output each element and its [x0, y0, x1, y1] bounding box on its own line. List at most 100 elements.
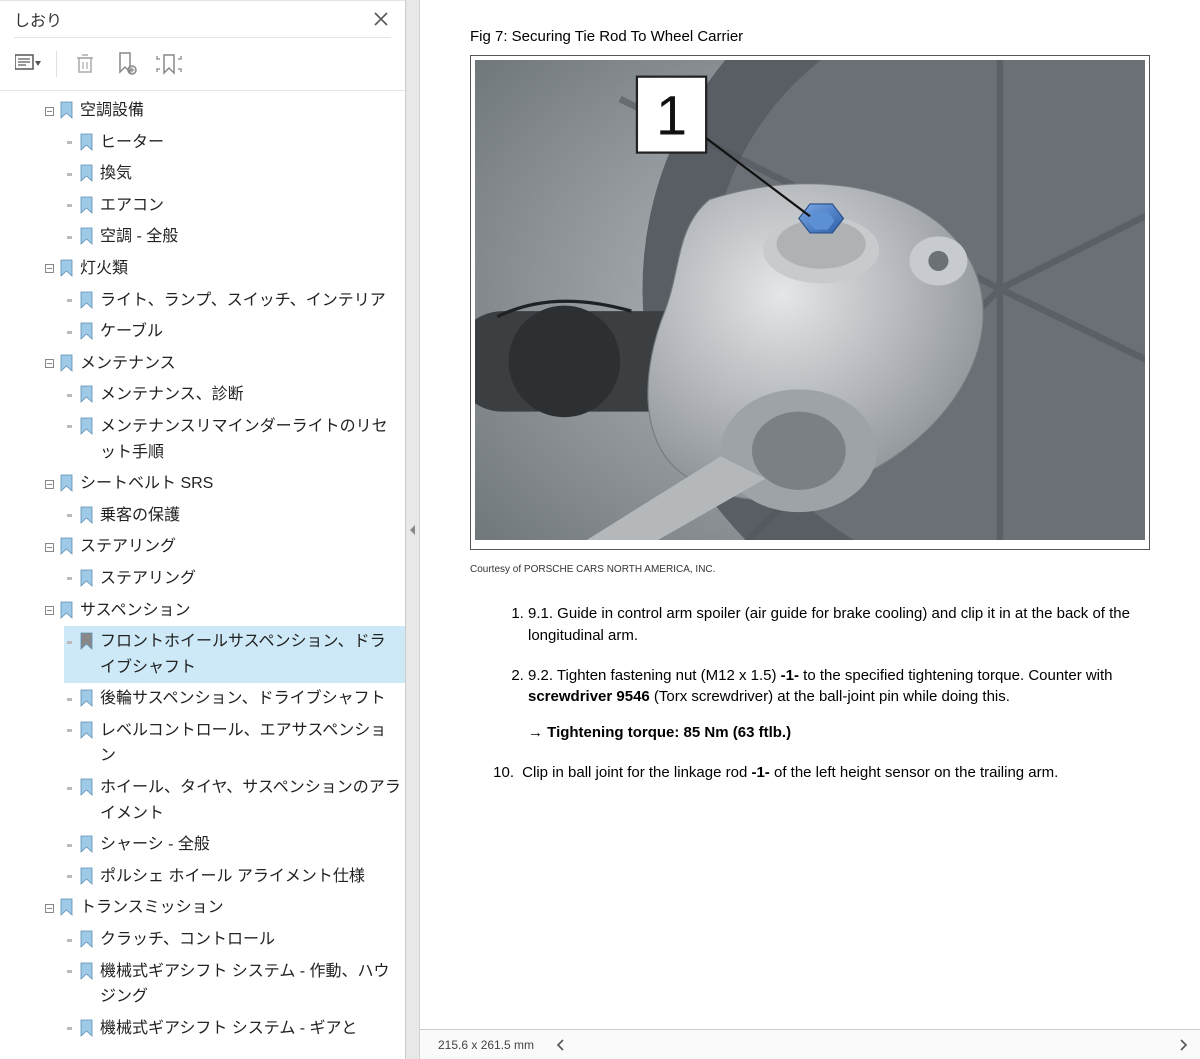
bookmark-item[interactable]: シャーシ - 全般: [64, 829, 405, 861]
delete-bookmark-button[interactable]: [71, 50, 99, 78]
bookmark-group[interactable]: トランスミッション: [44, 892, 405, 924]
bookmark-icon: [58, 898, 76, 916]
bookmark-item[interactable]: メンテナンス、診断: [64, 379, 405, 411]
bookmark-item[interactable]: エアコン: [64, 190, 405, 222]
bookmarks-sidebar: しおり 空調設備ヒーター換気エアコン空調 - 全般灯火類ライト、ランプ、スイッチ…: [0, 0, 406, 1059]
step-10-ref: -1-: [751, 764, 769, 781]
bookmark-label: クラッチ、コントロール: [100, 927, 401, 953]
bookmark-icon: [58, 259, 76, 277]
toolbar-separator: [56, 51, 57, 77]
bookmark-icon: [78, 721, 96, 739]
sidebar-header: しおり: [0, 0, 405, 37]
bookmark-group[interactable]: 空調設備: [44, 95, 405, 127]
bookmark-icon: [58, 601, 76, 619]
splitter-grip-icon: [409, 518, 417, 542]
bookmark-icon: [78, 962, 96, 980]
tree-bullet: [64, 722, 74, 740]
collapse-toggle[interactable]: [44, 899, 54, 917]
bookmark-group[interactable]: サスペンション: [44, 595, 405, 627]
bookmark-item[interactable]: ヒーター: [64, 127, 405, 159]
step-9-2-c: to the specified tightening torque. Coun…: [799, 667, 1113, 684]
step-10-num: 10.: [480, 762, 514, 784]
step-10: 10. Clip in ball joint for the linkage r…: [480, 762, 1150, 784]
bookmark-icon: [78, 689, 96, 707]
collapse-toggle[interactable]: [44, 602, 54, 620]
instruction-steps: 9.1. Guide in control arm spoiler (air g…: [480, 603, 1150, 784]
bookmark-item[interactable]: レベルコントロール、エアサスペンション: [64, 715, 405, 772]
bookmark-icon: [78, 291, 96, 309]
bookmark-label: レベルコントロール、エアサスペンション: [100, 718, 401, 769]
bookmark-icon: [78, 164, 96, 182]
bookmark-icon: [78, 632, 96, 650]
bookmark-label: メンテナンスリマインダーライトのリセット手順: [100, 414, 401, 465]
figure-title: Fig 7: Securing Tie Rod To Wheel Carrier: [470, 28, 1150, 45]
bookmark-item[interactable]: フロントホイールサスペンション、ドライブシャフト: [64, 626, 405, 683]
bookmark-item[interactable]: メンテナンスリマインダーライトのリセット手順: [64, 411, 405, 468]
bookmark-icon: [58, 537, 76, 555]
bookmark-item[interactable]: 空調 - 全般: [64, 221, 405, 253]
bookmark-label: ポルシェ ホイール アライメント仕様: [100, 864, 401, 890]
tree-bullet: [64, 570, 74, 588]
tree-bullet: [64, 165, 74, 183]
bookmark-label: 後輪サスペンション、ドライブシャフト: [100, 686, 401, 712]
bookmark-group[interactable]: ステアリング: [44, 531, 405, 563]
bookmark-label: ステアリング: [80, 534, 401, 560]
collapse-toggle[interactable]: [44, 538, 54, 556]
bookmark-icon: [78, 506, 96, 524]
bookmark-group[interactable]: シートベルト SRS: [44, 468, 405, 500]
bookmark-expand-icon: [156, 52, 182, 76]
torque-value: Tightening torque: 85 Nm (63 ftlb.): [547, 724, 791, 741]
bookmark-label: フロントホイールサスペンション、ドライブシャフト: [100, 629, 401, 680]
bookmark-item[interactable]: ケーブル: [64, 316, 405, 348]
tree-bullet: [64, 1020, 74, 1038]
add-bookmark-button[interactable]: [113, 50, 141, 78]
torque-arrow: →: [528, 724, 547, 741]
collapse-toggle[interactable]: [44, 475, 54, 493]
tree-bullet: [64, 292, 74, 310]
next-page-button[interactable]: [1174, 1036, 1192, 1054]
collapse-toggle[interactable]: [44, 260, 54, 278]
collapse-toggle[interactable]: [44, 102, 54, 120]
sidebar-options-button[interactable]: [14, 50, 42, 78]
bookmark-label: サスペンション: [80, 598, 401, 624]
collapse-toggle[interactable]: [44, 355, 54, 373]
prev-page-button[interactable]: [552, 1036, 570, 1054]
bookmark-item[interactable]: ステアリング: [64, 563, 405, 595]
bookmark-item[interactable]: 後輪サスペンション、ドライブシャフト: [64, 683, 405, 715]
step-9-1: 9.1. Guide in control arm spoiler (air g…: [528, 603, 1150, 647]
tree-bullet: [64, 779, 74, 797]
bookmark-item[interactable]: 換気: [64, 158, 405, 190]
bookmark-group[interactable]: 灯火類: [44, 253, 405, 285]
expand-bookmark-button[interactable]: [155, 50, 183, 78]
tree-bullet: [64, 228, 74, 246]
bookmark-icon: [78, 835, 96, 853]
tree-bullet: [64, 868, 74, 886]
bookmark-icon: [78, 385, 96, 403]
splitter-handle[interactable]: [406, 0, 420, 1059]
bookmarks-tree[interactable]: 空調設備ヒーター換気エアコン空調 - 全般灯火類ライト、ランプ、スイッチ、インテ…: [0, 91, 405, 1059]
status-bar: 215.6 x 261.5 mm: [420, 1029, 1200, 1059]
bookmark-item[interactable]: 乗客の保護: [64, 500, 405, 532]
bookmark-label: メンテナンス、診断: [100, 382, 401, 408]
bookmark-item[interactable]: ライト、ランプ、スイッチ、インテリア: [64, 285, 405, 317]
step-9-2-e: (Torx screwdriver) at the ball-joint pin…: [650, 688, 1010, 705]
sidebar-toolbar: [0, 38, 405, 91]
tree-bullet: [64, 633, 74, 651]
bookmark-item[interactable]: 機械式ギアシフト システム - 作動、ハウジング: [64, 956, 405, 1013]
chevron-right-icon: [1178, 1039, 1188, 1051]
chevron-left-icon: [556, 1039, 566, 1051]
bookmark-item[interactable]: 機械式ギアシフト システム - ギアと: [64, 1013, 405, 1045]
bookmark-item[interactable]: ポルシェ ホイール アライメント仕様: [64, 861, 405, 893]
bookmark-group[interactable]: メンテナンス: [44, 348, 405, 380]
bookmark-item[interactable]: クラッチ、コントロール: [64, 924, 405, 956]
step-9-2-tool: screwdriver 9546: [528, 688, 650, 705]
step-9-2-ref: -1-: [781, 667, 799, 684]
bookmark-icon: [78, 417, 96, 435]
tree-bullet: [64, 418, 74, 436]
close-sidebar-button[interactable]: [371, 9, 391, 29]
document-page[interactable]: Fig 7: Securing Tie Rod To Wheel Carrier: [420, 0, 1200, 1029]
bookmark-label: 機械式ギアシフト システム - 作動、ハウジング: [100, 959, 401, 1010]
bookmark-icon: [78, 322, 96, 340]
bookmark-item[interactable]: ホイール、タイヤ、サスペンションのアライメント: [64, 772, 405, 829]
trash-icon: [75, 53, 95, 75]
